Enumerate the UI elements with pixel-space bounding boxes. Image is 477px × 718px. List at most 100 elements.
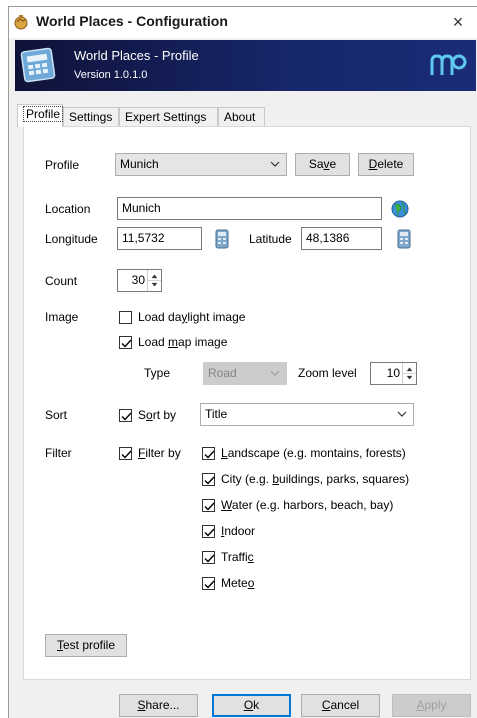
count-stepper[interactable]: 30: [117, 269, 162, 292]
filter-label: Filter: [45, 446, 72, 460]
daylight-label-a: Load da: [138, 310, 182, 324]
globe-icon[interactable]: [390, 199, 410, 219]
sort-select-value: Title: [205, 407, 228, 421]
load-map-label[interactable]: Load map image: [138, 335, 227, 349]
zoom-level-label: Zoom level: [298, 366, 357, 380]
tab-about[interactable]: About: [218, 107, 265, 126]
count-value: 30: [131, 273, 145, 287]
cancel-label: ancel: [330, 698, 360, 712]
filter-item-text: uildings, parks, squares): [279, 472, 410, 486]
filter-item-mnemonic: o: [247, 576, 255, 590]
map-label-b: ap image: [178, 335, 228, 349]
test-profile-label: est profile: [62, 638, 116, 652]
profile-panel: Profile Munich Save Delete Location Muni…: [23, 126, 471, 680]
test-profile-button[interactable]: Test profile: [45, 634, 127, 657]
daylight-label-b: light image: [187, 310, 246, 324]
title-bar[interactable]: World Places - Configuration ×: [9, 7, 477, 38]
window-title: World Places - Configuration: [36, 13, 228, 29]
sort-label-a: S: [138, 408, 147, 422]
filter-meteo-checkbox[interactable]: [202, 577, 215, 590]
type-select-value: Road: [208, 366, 237, 380]
filter-traffic-label[interactable]: Traffic: [221, 550, 254, 564]
banner-title: World Places - Profile: [74, 48, 199, 63]
chevron-down-icon: [270, 161, 280, 167]
type-select: Road: [203, 362, 287, 385]
spin-arrows-icon[interactable]: [147, 270, 161, 291]
tab-expert-settings[interactable]: Expert Settings: [119, 107, 218, 126]
save-button-label-a: Sa: [308, 157, 324, 171]
profile-label: Profile: [45, 158, 80, 172]
config-window: World Places - Configuration × World Pla…: [8, 6, 477, 718]
load-daylight-checkbox[interactable]: [119, 311, 132, 324]
filter-landscape-label[interactable]: Landscape (e.g. montains, forests): [221, 446, 406, 460]
filter-item-text: Mete: [221, 576, 248, 590]
filter-meteo-label[interactable]: Meteo: [221, 576, 254, 590]
checkmark-icon: [121, 412, 132, 421]
calculator-icon[interactable]: [394, 229, 414, 249]
load-map-checkbox[interactable]: [119, 336, 132, 349]
filter-indoor-checkbox[interactable]: [202, 525, 215, 538]
filter-by-label[interactable]: Filter by: [138, 446, 181, 460]
delete-button-mnemonic: D: [368, 157, 378, 171]
delete-button[interactable]: Delete: [358, 153, 414, 176]
checkmark-icon: [204, 554, 215, 563]
profile-select-value: Munich: [120, 157, 159, 171]
location-input[interactable]: Munich: [117, 197, 382, 220]
zoom-level-value: 10: [386, 366, 400, 380]
checkmark-icon: [121, 339, 132, 348]
filter-water-checkbox[interactable]: [202, 499, 215, 512]
filter-item-mnemonic: c: [247, 550, 254, 564]
profile-select[interactable]: Munich: [115, 153, 287, 176]
header-banner: World Places - Profile Version 1.0.1.0: [15, 40, 476, 91]
checkmark-icon: [204, 450, 215, 459]
filter-by-checkbox[interactable]: [119, 447, 132, 460]
sort-mnemonic: o: [146, 408, 153, 422]
filter-city-label[interactable]: City (e.g. buildings, parks, squares): [221, 472, 409, 486]
ok-mnemonic: O: [243, 698, 254, 712]
longitude-label: Longitude: [45, 232, 98, 246]
filter-item-text: City (e.g.: [221, 472, 273, 486]
cancel-button[interactable]: Cancel: [301, 694, 380, 717]
chevron-down-icon: [397, 411, 407, 417]
checkmark-icon: [204, 476, 215, 485]
save-button-label-b: e: [329, 157, 337, 171]
apply-button: Apply: [392, 694, 471, 717]
delete-button-label: elete: [377, 157, 404, 171]
sort-by-checkbox[interactable]: [119, 409, 132, 422]
tab-profile[interactable]: Profile: [17, 104, 64, 127]
filter-label-b: ilter by: [145, 446, 181, 460]
map-label-a: Load: [138, 335, 169, 349]
checkmark-icon: [204, 528, 215, 537]
filter-item-mnemonic: L: [221, 446, 228, 460]
filter-landscape-checkbox[interactable]: [202, 447, 215, 460]
brand-logo-icon: [430, 54, 467, 75]
image-label: Image: [45, 310, 79, 324]
sort-select[interactable]: Title: [200, 403, 414, 426]
sort-label: Sort: [45, 408, 68, 422]
filter-traffic-checkbox[interactable]: [202, 551, 215, 564]
filter-water-label[interactable]: Water (e.g. harbors, beach, bay): [221, 498, 393, 512]
longitude-input[interactable]: 11,5732: [117, 227, 202, 250]
filter-city-checkbox[interactable]: [202, 473, 215, 486]
chevron-down-icon: [270, 370, 280, 376]
spin-arrows-icon[interactable]: [402, 363, 416, 384]
filter-item-mnemonic: W: [221, 498, 232, 512]
share-label: hare...: [145, 698, 180, 712]
location-label: Location: [45, 202, 91, 216]
sort-by-label[interactable]: Sort by: [138, 408, 176, 422]
save-button[interactable]: Save: [295, 153, 350, 176]
filter-indoor-label[interactable]: Indoor: [221, 524, 255, 538]
zoom-level-stepper[interactable]: 10: [370, 362, 417, 385]
latitude-input[interactable]: 48,1386: [301, 227, 382, 250]
checkmark-icon: [204, 502, 215, 511]
calculator-icon[interactable]: [212, 229, 232, 249]
calculator-app-icon: [20, 47, 56, 83]
filter-item-text: ater (e.g. harbors, beach, bay): [231, 498, 394, 512]
banner-version: Version 1.0.1.0: [74, 69, 148, 81]
ok-button[interactable]: Ok: [212, 694, 291, 717]
load-daylight-label[interactable]: Load daylight image: [138, 310, 245, 324]
share-button[interactable]: Share...: [119, 694, 198, 717]
close-icon[interactable]: ×: [447, 10, 469, 34]
filter-item-text: Traffi: [221, 550, 248, 564]
tab-settings[interactable]: Settings: [63, 107, 119, 126]
